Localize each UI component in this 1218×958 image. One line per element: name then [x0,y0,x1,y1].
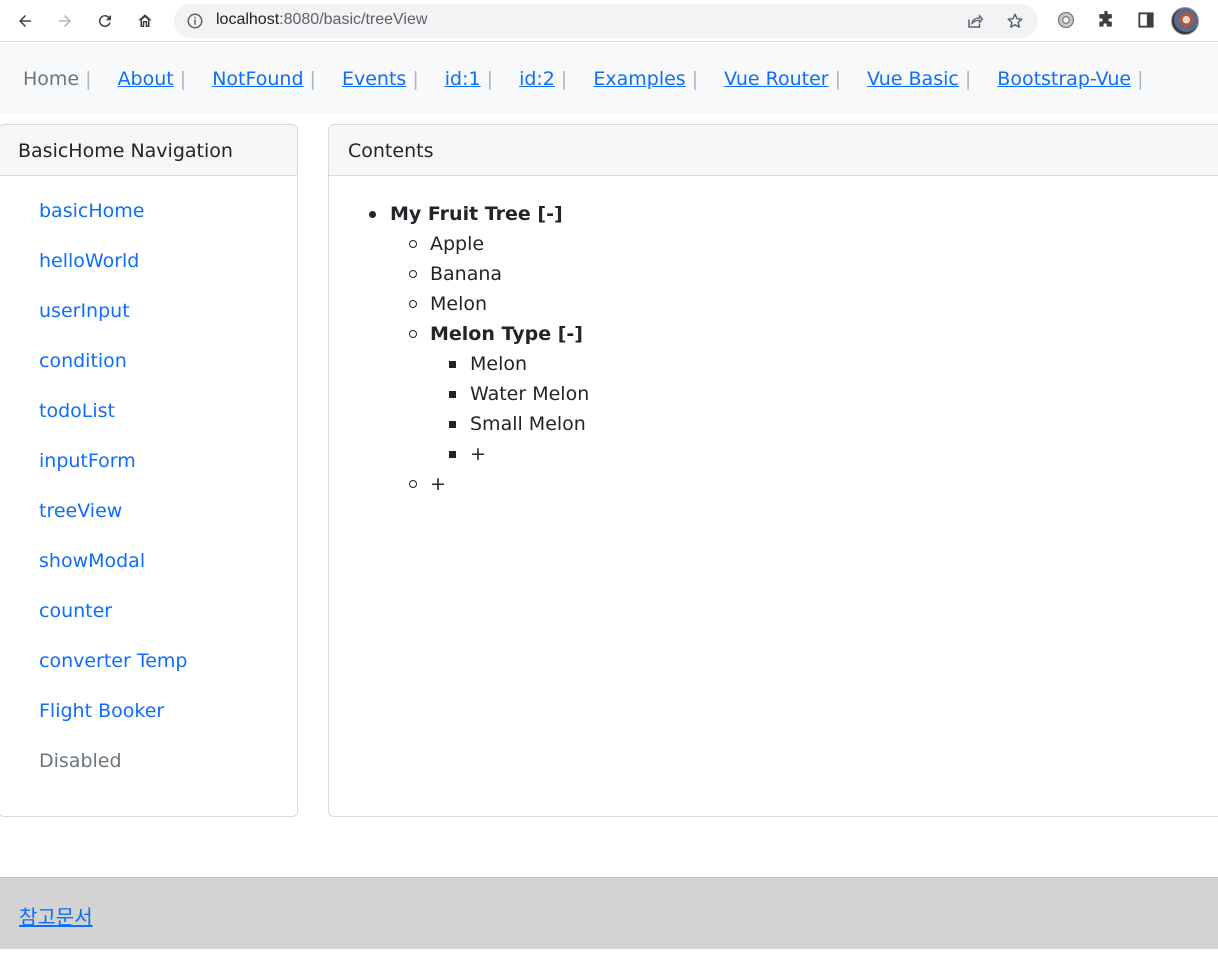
sidebar-item-todolist[interactable]: todoList [39,400,115,422]
tree-add-button[interactable]: + [470,443,486,465]
url-text[interactable]: localhost:8080/basic/treeView [216,11,427,29]
sidebar-item-counter[interactable]: counter [39,600,112,622]
sidebar-item-showmodal[interactable]: showModal [39,550,145,572]
tree-subfolder[interactable]: Melon Type [-] [430,323,583,345]
tree-item: Melon [449,349,589,379]
nav-separator: | [309,68,316,90]
tree-item: Small Melon [449,409,589,439]
nav-separator: | [1137,68,1144,90]
nav-separator: | [964,68,972,90]
nav-separator: | [691,68,699,90]
tree-root-item: My Fruit Tree [-] Apple Banana Melon Mel… [369,199,589,499]
sidebar-item-flight-booker[interactable]: Flight Booker [39,700,164,722]
back-arrow-icon[interactable] [12,8,38,34]
tree-item-label[interactable]: Small Melon [470,413,586,435]
nav-link-examples[interactable]: Examples [593,68,685,90]
profile-avatar[interactable] [1171,7,1199,35]
tree-add-item: + [449,439,589,469]
nav-link-notfound[interactable]: NotFound [212,68,303,90]
extension-gear-icon[interactable] [1056,10,1076,30]
top-navigation: Home | About | NotFound | Events | id:1 | id:… [0,43,1218,114]
tree-add-item: + [409,469,589,499]
browser-toolbar: localhost:8080/basic/treeView [0,0,1218,42]
home-icon[interactable] [132,8,158,34]
star-icon[interactable] [1006,12,1024,30]
tree-view: My Fruit Tree [-] Apple Banana Melon Mel… [369,199,589,499]
tree-item-label[interactable]: Water Melon [470,383,589,405]
tree-item-label[interactable]: Apple [430,233,484,255]
content-card: Contents My Fruit Tree [-] Apple Banana … [328,124,1218,817]
tree-item-label[interactable]: Melon [470,353,527,375]
address-bar[interactable]: localhost:8080/basic/treeView [174,4,1038,38]
tree-item-label[interactable]: Melon [430,293,487,315]
nav-separator: | [412,68,419,90]
footer-reference-link[interactable]: 참고문서 [19,901,93,930]
content-title: Contents [329,125,1218,176]
nav-separator: | [486,68,494,90]
sidebar-item-condition[interactable]: condition [39,350,127,372]
nav-separator: | [834,68,841,90]
sidebar-item-inputform[interactable]: inputForm [39,450,136,472]
sidebar-item-disabled: Disabled [39,750,122,772]
side-panel-icon[interactable] [1136,10,1156,30]
sidebar-item-helloworld[interactable]: helloWorld [39,250,139,272]
forward-arrow-icon[interactable] [52,8,78,34]
info-icon[interactable] [186,12,204,30]
tree-subfolder-item: Melon Type [-] Melon Water Melon Small M… [409,319,589,469]
sidebar-card: BasicHome Navigation basicHome helloWorl… [0,124,298,817]
sidebar-item-userinput[interactable]: userInput [39,300,130,322]
tree-root-folder[interactable]: My Fruit Tree [-] [390,203,563,225]
tree-item: Melon [409,289,589,319]
nav-link-id1[interactable]: id:1 [445,68,481,90]
nav-link-id2[interactable]: id:2 [519,68,555,90]
nav-link-vue-router[interactable]: Vue Router [724,68,828,90]
share-icon[interactable] [966,12,984,30]
tree-add-button[interactable]: + [430,473,446,495]
sidebar-item-converter-temp[interactable]: converter Temp [39,650,187,672]
footer: 참고문서 [0,877,1218,949]
sidebar-item-basichome[interactable]: basicHome [39,200,144,222]
tree-item: Banana [409,259,589,289]
puzzle-icon[interactable] [1096,10,1116,30]
nav-link-about[interactable]: About [118,68,174,90]
nav-separator: | [85,68,92,90]
nav-separator: | [179,68,187,90]
reload-icon[interactable] [92,8,118,34]
tree-item: Apple [409,229,589,259]
tree-item: Water Melon [449,379,589,409]
nav-separator: | [560,68,568,90]
tree-item-label[interactable]: Banana [430,263,502,285]
sidebar-nav-list: basicHome helloWorld userInput condition… [0,176,297,800]
nav-link-bootstrap-vue[interactable]: Bootstrap-Vue [997,68,1131,90]
nav-link-events[interactable]: Events [342,68,406,90]
sidebar-item-treeview[interactable]: treeView [39,500,122,522]
nav-home[interactable]: Home [23,68,79,90]
nav-link-vue-basic[interactable]: Vue Basic [867,68,959,90]
sidebar-title: BasicHome Navigation [0,125,297,176]
